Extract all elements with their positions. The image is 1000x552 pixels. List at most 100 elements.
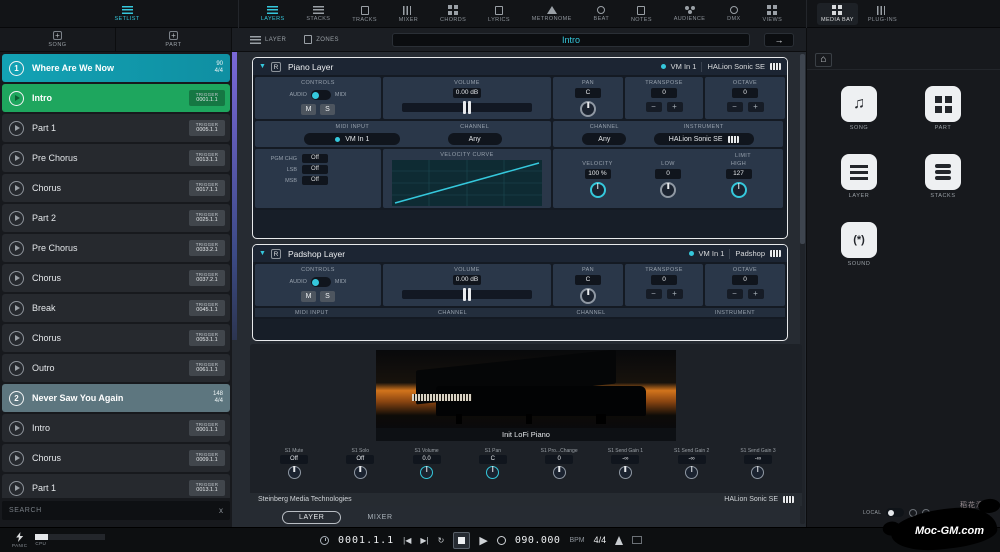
trigger-badge[interactable]: TRIGGER0037.2.1 (189, 270, 225, 285)
tab-mixer[interactable]: MIXER (399, 6, 418, 23)
part-item[interactable]: Intro TRIGGER0001.1.1 (2, 414, 230, 442)
mute-button[interactable]: M (301, 291, 316, 302)
octave-value[interactable]: 0 (732, 88, 758, 98)
collapse-icon[interactable]: ▼ (259, 63, 266, 70)
part-item[interactable]: Pre Chorus TRIGGER0013.1.1 (2, 144, 230, 172)
tab-chords[interactable]: CHORDS (440, 5, 466, 23)
tab-audience[interactable]: AUDIENCE (674, 6, 706, 22)
param-knob[interactable] (619, 466, 632, 479)
zones-view-tab[interactable]: ZONES (304, 35, 339, 44)
trigger-badge[interactable]: TRIGGER0001.1.1 (189, 90, 225, 105)
trigger-badge[interactable]: TRIGGER0025.1.1 (189, 210, 225, 225)
octave-plus-button[interactable]: + (748, 289, 764, 299)
layer-instrument-select[interactable]: Padshop (735, 249, 765, 258)
transpose-minus-button[interactable]: − (646, 289, 662, 299)
add-part-button[interactable]: + PART (116, 28, 232, 51)
param-knob[interactable] (288, 466, 301, 479)
layer-input-select[interactable]: VM In 1 (699, 249, 725, 258)
mute-button[interactable]: M (301, 104, 316, 115)
param-knob[interactable] (354, 466, 367, 479)
collapse-icon[interactable]: ▼ (259, 250, 266, 257)
transpose-value[interactable]: 0 (651, 88, 677, 98)
tab-dmx[interactable]: DMX (727, 6, 740, 22)
part-item[interactable]: Pre Chorus TRIGGER0033.2.1 (2, 234, 230, 262)
tab-mixer-bottom[interactable]: MIXER (367, 514, 392, 521)
record-arm-button[interactable]: R (271, 62, 281, 72)
search-input[interactable] (9, 507, 219, 514)
time-signature-display[interactable]: 4/4 (594, 535, 607, 545)
param-value[interactable]: C (479, 455, 507, 464)
media-item-layer[interactable]: LAYER (823, 154, 895, 199)
transpose-minus-button[interactable]: − (646, 102, 662, 112)
velocity-low-knob[interactable] (660, 182, 676, 198)
velocity-knob[interactable] (590, 182, 606, 198)
trigger-badge[interactable]: TRIGGER0013.1.1 (189, 480, 225, 495)
local-toggle[interactable] (886, 508, 904, 517)
lsb-toggle[interactable]: Off (302, 165, 328, 174)
trigger-badge[interactable]: TRIGGER0061.1.1 (189, 360, 225, 375)
record-button[interactable] (497, 536, 506, 545)
volume-slider[interactable] (402, 103, 532, 112)
part-item[interactable]: Part 2 TRIGGER0025.1.1 (2, 204, 230, 232)
pan-knob[interactable] (580, 101, 596, 117)
midi-channel-select[interactable]: Any (448, 133, 502, 145)
audio-midi-toggle[interactable] (311, 90, 331, 100)
tempo-display[interactable]: 090.000 (515, 535, 561, 546)
pan-knob[interactable] (580, 288, 596, 304)
solo-button[interactable]: S (320, 291, 335, 302)
part-item[interactable]: Intro TRIGGER0001.1.1 (2, 84, 230, 112)
tab-beat[interactable]: BEAT (594, 6, 610, 22)
octave-minus-button[interactable]: − (727, 102, 743, 112)
solo-button[interactable]: S (320, 104, 335, 115)
param-value[interactable]: 0 (545, 455, 573, 464)
tab-metronome[interactable]: METRONOME (532, 6, 572, 22)
marker-button[interactable] (632, 536, 642, 544)
layer-panel-piano[interactable]: ▼ R Piano Layer VM In 1 HALion Sonic SE … (252, 57, 788, 239)
media-item-stacks[interactable]: STACKS (907, 154, 979, 199)
pan-value[interactable]: C (575, 275, 601, 285)
midi-input-select[interactable]: VM In 1 (304, 133, 400, 145)
panic-button[interactable]: PANIC (12, 532, 27, 548)
part-item[interactable]: Chorus TRIGGER0037.2.1 (2, 264, 230, 292)
layer-instrument-select[interactable]: HALion Sonic SE (707, 62, 765, 71)
trigger-badge[interactable]: TRIGGER0005.1.1 (189, 120, 225, 135)
trigger-badge[interactable]: TRIGGER0009.1.1 (189, 450, 225, 465)
msb-toggle[interactable]: Off (302, 176, 328, 185)
tab-layers[interactable]: LAYERS (261, 6, 285, 22)
param-value[interactable]: Off (280, 455, 308, 464)
param-knob[interactable] (420, 466, 433, 479)
layer-view-tab[interactable]: LAYER (250, 36, 286, 44)
velocity-high-knob[interactable] (731, 182, 747, 198)
preset-name-display[interactable]: Init LoFi Piano (376, 428, 676, 441)
tab-plug-ins[interactable]: PLUG-INS (868, 6, 897, 23)
part-item[interactable]: Break TRIGGER0045.1.1 (2, 294, 230, 322)
instrument-select[interactable]: HALion Sonic SE (654, 133, 754, 145)
next-part-button[interactable]: → (764, 33, 794, 47)
param-value[interactable]: -∞ (744, 455, 772, 464)
transpose-value[interactable]: 0 (651, 275, 677, 285)
media-item-song[interactable]: ♫ SONG (823, 86, 895, 131)
param-value[interactable]: -∞ (678, 455, 706, 464)
transpose-plus-button[interactable]: + (667, 102, 683, 112)
metronome-toggle-icon[interactable] (615, 536, 623, 545)
song-item[interactable]: 2 Never Saw You Again 1484/4 (2, 384, 230, 412)
layer-input-select[interactable]: VM In 1 (671, 62, 697, 71)
song-item[interactable]: 1 Where Are We Now 904/4 (2, 54, 230, 82)
tab-lyrics[interactable]: LYRICS (488, 6, 510, 23)
trigger-badge[interactable]: TRIGGER0001.1.1 (189, 420, 225, 435)
trigger-badge[interactable]: TRIGGER0053.1.1 (189, 330, 225, 345)
pgm-chg-toggle[interactable]: Off (302, 154, 328, 163)
trigger-badge[interactable]: TRIGGER0045.1.1 (189, 300, 225, 315)
param-knob[interactable] (751, 466, 764, 479)
current-part-display[interactable]: Intro (392, 33, 750, 47)
velocity-value[interactable]: 100 % (585, 169, 611, 179)
out-channel-select[interactable]: Any (582, 133, 626, 145)
part-item[interactable]: Part 1 TRIGGER0005.1.1 (2, 114, 230, 142)
trigger-badge[interactable]: TRIGGER0013.1.1 (189, 150, 225, 165)
tab-views[interactable]: VIEWS (762, 5, 782, 23)
param-value[interactable]: -∞ (611, 455, 639, 464)
volume-slider[interactable] (402, 290, 532, 299)
record-arm-button[interactable]: R (271, 249, 281, 259)
go-to-start-button[interactable]: |◀ (403, 536, 411, 545)
part-item[interactable]: Outro TRIGGER0061.1.1 (2, 354, 230, 382)
